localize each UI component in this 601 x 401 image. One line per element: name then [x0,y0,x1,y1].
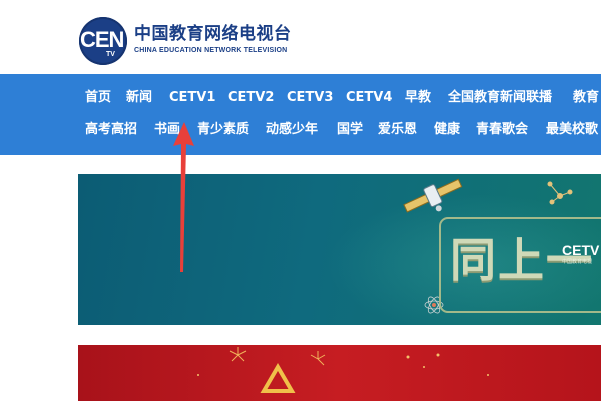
nav-item-news[interactable]: 新闻 [126,83,152,113]
banner2-decor [197,347,489,393]
nav-item-national-news[interactable]: 全国教育新闻联播 [448,83,552,113]
nav-item-health[interactable]: 健康 [434,115,460,145]
firework-icon [310,351,326,366]
nav-item-ailern[interactable]: 爱乐恩 [378,115,417,145]
molecule-icon [547,181,573,205]
site-name-cn[interactable]: 中国教育网络电视台 [134,19,292,44]
nav-item-gaokao[interactable]: 高考高招 [85,115,137,145]
triangle-icon [260,363,296,393]
banner-brand: CETV [562,242,600,258]
nav-item-dynamic-youth[interactable]: 动感少年 [266,115,318,145]
firework-icon [229,347,247,362]
hero-banner[interactable]: 同上一 CETV 中国教育电视 [78,174,601,325]
site-header: CEN TV 中国教育网络电视台 CHINA EDUCATION NETWORK… [0,0,601,74]
nav-item-early-ed[interactable]: 早教 [405,83,431,113]
main-nav: 首页 新闻 CETV1 CETV2 CETV3 CETV4 早教 全国教育新闻联… [0,74,601,155]
nav-item-education[interactable]: 教育 [573,83,599,113]
nav-item-school-song[interactable]: 最美校歌 [546,115,598,145]
nav-item-cetv2[interactable]: CETV2 [228,83,274,113]
nav-row-primary: 首页 新闻 CETV1 CETV2 CETV3 CETV4 早教 全国教育新闻联… [0,83,601,113]
nav-row-secondary: 高考高招 书画 青少素质 动感少年 国学 爱乐恩 健康 青春歌会 最美校歌 [0,115,601,145]
sparkle-dots [197,353,489,376]
nav-item-youth-concert[interactable]: 青春歌会 [476,115,528,145]
nav-item-youth-quality[interactable]: 青少素质 [197,115,249,145]
nav-item-cetv3[interactable]: CETV3 [287,83,333,113]
nav-item-guoxue[interactable]: 国学 [337,115,363,145]
nav-item-cetv1[interactable]: CETV1 [169,83,215,113]
banner-brand-sub: 中国教育电视 [562,259,593,265]
satellite-icon [403,178,463,213]
logo-mark-sub: TV [106,51,115,58]
annotation-arrow-icon [173,122,194,272]
nav-item-home[interactable]: 首页 [85,83,111,113]
second-banner[interactable] [78,345,601,401]
nav-item-cetv4[interactable]: CETV4 [346,83,392,113]
site-name-en: CHINA EDUCATION NETWORK TELEVISION [134,47,288,54]
